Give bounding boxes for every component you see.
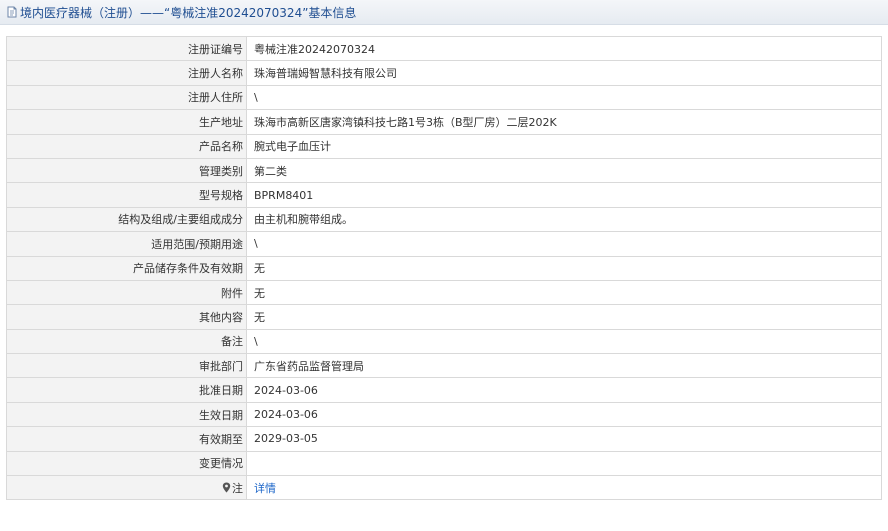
- row-value: 无: [246, 279, 882, 306]
- row-value: 广东省药品监督管理局: [246, 353, 882, 379]
- device-info-table: 注册证编号 粤械注准20242070324 注册人名称 珠海普瑞姆智慧科技有限公司 注册…: [6, 35, 882, 501]
- table-row: 适用范围/预期用途 \: [6, 231, 882, 257]
- table-row: 有效期至 2029-03-05: [6, 426, 882, 452]
- row-label: 注册证编号: [6, 35, 247, 62]
- location-pin-icon: [222, 482, 231, 493]
- table-row: 生效日期 2024-03-06: [6, 401, 882, 428]
- table-row: 产品储存条件及有效期无: [6, 255, 882, 281]
- row-value: 无: [246, 255, 882, 281]
- document-icon: [6, 6, 18, 18]
- table-row: 批准日期 2024-03-06: [6, 377, 882, 403]
- row-label: 结构及组成/主要组成成分: [6, 206, 247, 233]
- row-value: 2024-03-06: [246, 401, 882, 428]
- row-label: 其他内容: [6, 304, 247, 330]
- row-value: 珠海市高新区唐家湾镇科技七路1号3栋（B型厂房）二层202K: [246, 109, 882, 135]
- table-row: 管理类别 第二类: [6, 157, 882, 184]
- table-row: 生产地址 珠海市高新区唐家湾镇科技七路1号3栋（B型厂房）二层202K: [6, 109, 882, 135]
- row-value: 腕式电子血压计: [246, 133, 882, 159]
- details-link[interactable]: 详情: [254, 482, 276, 495]
- note-value-cell: 详情: [246, 475, 882, 501]
- table-row: 注册人住所 \: [6, 84, 882, 111]
- row-label: 批准日期: [6, 377, 247, 403]
- row-label: 备注: [6, 328, 247, 355]
- row-value: 第二类: [246, 157, 882, 184]
- row-label: 变更情况: [6, 450, 247, 477]
- row-label: 产品储存条件及有效期: [6, 255, 247, 281]
- page-title: 境内医疗器械（注册）——“粤械注准20242070324”基本信息: [20, 5, 357, 20]
- row-value: 2029-03-05: [246, 426, 882, 452]
- row-label: 生产地址: [6, 109, 247, 135]
- row-label: 附件: [6, 279, 247, 306]
- page-header: 境内医疗器械（注册）——“粤械注准20242070324”基本信息: [0, 0, 888, 25]
- table-row: 附件无: [6, 279, 882, 306]
- row-value: BPRM8401: [246, 182, 882, 208]
- table-row: 产品名称 腕式电子血压计: [6, 133, 882, 159]
- row-value: 无: [246, 304, 882, 330]
- row-label: 适用范围/预期用途: [6, 231, 247, 257]
- row-value: 粤械注准20242070324: [246, 35, 882, 62]
- row-label: 型号规格: [6, 182, 247, 208]
- note-row: 注详情: [6, 475, 882, 501]
- table-row: 结构及组成/主要组成成分 由主机和腕带组成。: [6, 206, 882, 233]
- table-row: 变更情况: [6, 450, 882, 477]
- row-label: 审批部门: [6, 353, 247, 379]
- table-row: 注册人名称 珠海普瑞姆智慧科技有限公司: [6, 60, 882, 86]
- row-label: 生效日期: [6, 401, 247, 428]
- row-value: [246, 450, 882, 477]
- info-table-body: 注册证编号 粤械注准20242070324 注册人名称 珠海普瑞姆智慧科技有限公司 注册…: [6, 35, 882, 501]
- table-row: 其他内容无: [6, 304, 882, 330]
- row-value: 2024-03-06: [246, 377, 882, 403]
- row-value: 由主机和腕带组成。: [246, 206, 882, 233]
- row-value: \: [246, 328, 882, 355]
- table-row: 审批部门 广东省药品监督管理局: [6, 353, 882, 379]
- table-row: 注册证编号 粤械注准20242070324: [6, 35, 882, 62]
- row-value: \: [246, 231, 882, 257]
- note-label-cell: 注: [6, 475, 247, 501]
- row-value: 珠海普瑞姆智慧科技有限公司: [246, 60, 882, 86]
- row-label: 管理类别: [6, 157, 247, 184]
- row-label: 产品名称: [6, 133, 247, 159]
- row-value: \: [246, 84, 882, 111]
- note-label: 注: [232, 481, 243, 495]
- table-row: 型号规格 BPRM8401: [6, 182, 882, 208]
- row-label: 有效期至: [6, 426, 247, 452]
- row-label: 注册人名称: [6, 60, 247, 86]
- row-label: 注册人住所: [6, 84, 247, 111]
- table-row: 备注 \: [6, 328, 882, 355]
